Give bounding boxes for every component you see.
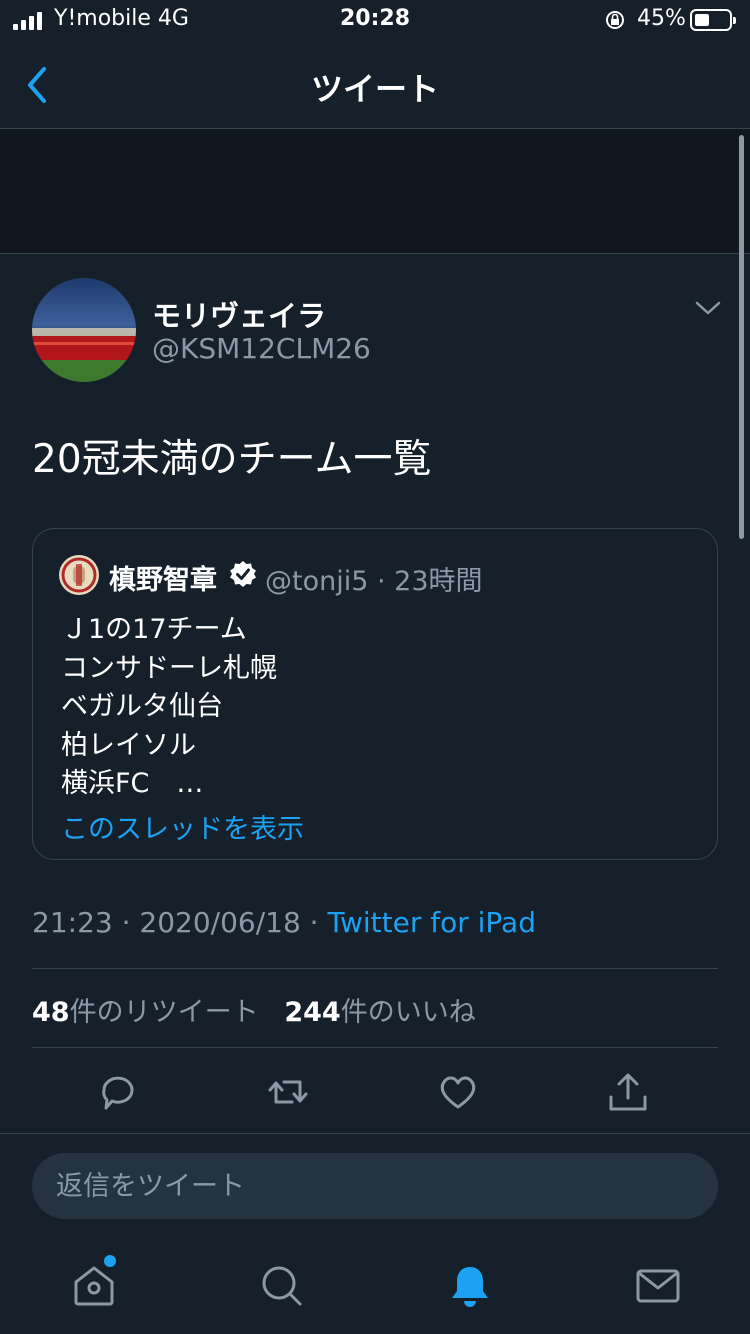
quote-line: ベガルタ仙台 [61,691,223,722]
retweet-button[interactable] [266,1070,310,1114]
like-count: 244 [284,997,341,1028]
quote-text: Ｊ1の17チーム コンサドーレ札幌 ベガルタ仙台 柏レイソル 横浜FC … [61,611,277,804]
tweet-timestamp: 21:23 · 2020/06/18 · Twitter for iPad [32,906,536,939]
scrollbar[interactable] [739,135,744,539]
divider [32,1047,718,1048]
share-button[interactable] [606,1070,650,1114]
page-title: ツイート [310,70,439,108]
new-content-dot [104,1255,116,1267]
battery-percentage: 45% [637,6,686,31]
search-tab[interactable] [258,1262,306,1310]
user-handle[interactable]: @KSM12CLM26 [152,332,371,365]
home-tab[interactable] [70,1262,118,1310]
navigation-bar: ツイート [0,44,750,129]
tweet-text: 20冠未満のチーム一覧 [32,437,432,482]
tweet-client-link[interactable]: Twitter for iPad [327,906,535,939]
messages-tab[interactable] [634,1262,682,1310]
show-thread-link[interactable]: このスレッドを表示 [61,807,304,846]
quote-handle-time: @tonji5 · 23時間 [265,566,483,597]
battery-icon [690,9,736,31]
avatar[interactable] [32,278,136,382]
retweet-count: 48 [32,997,70,1028]
retweet-label: 件のリツイート [69,997,259,1028]
divider [0,1133,750,1134]
reply-input[interactable] [32,1153,718,1219]
reply-button[interactable] [96,1070,140,1114]
notifications-tab[interactable] [446,1262,494,1310]
quote-avatar [59,555,99,595]
status-bar: Y!mobile 4G 20:28 45% [0,0,750,44]
divider [32,968,718,969]
quote-line: Ｊ1の17チーム [61,614,247,645]
engagement-stats: 48件のリツイート 244件のいいね [32,990,476,1029]
likes-link[interactable]: 244件のいいね [284,997,475,1028]
like-button[interactable] [436,1070,480,1114]
chevron-down-icon[interactable] [694,298,722,318]
verified-badge-icon [230,561,256,587]
header-banner [0,129,750,254]
quote-line: 横浜FC … [61,768,204,799]
display-name[interactable]: モリヴェイラ [152,293,326,335]
quote-line: コンサドーレ札幌 [61,652,277,684]
stadium-photo [32,278,136,382]
quote-display-name: 槙野智章 [109,565,217,596]
tweet-date: 21:23 · 2020/06/18 · [32,906,328,939]
rotation-lock-icon [606,11,624,29]
like-label: 件のいいね [340,997,476,1028]
quote-line: 柏レイソル [61,729,196,761]
quoted-tweet-card[interactable]: 槙野智章 @tonji5 · 23時間 Ｊ1の17チーム コンサドーレ札幌 ベガ… [32,528,718,860]
retweets-link[interactable]: 48件のリツイート [32,997,259,1028]
